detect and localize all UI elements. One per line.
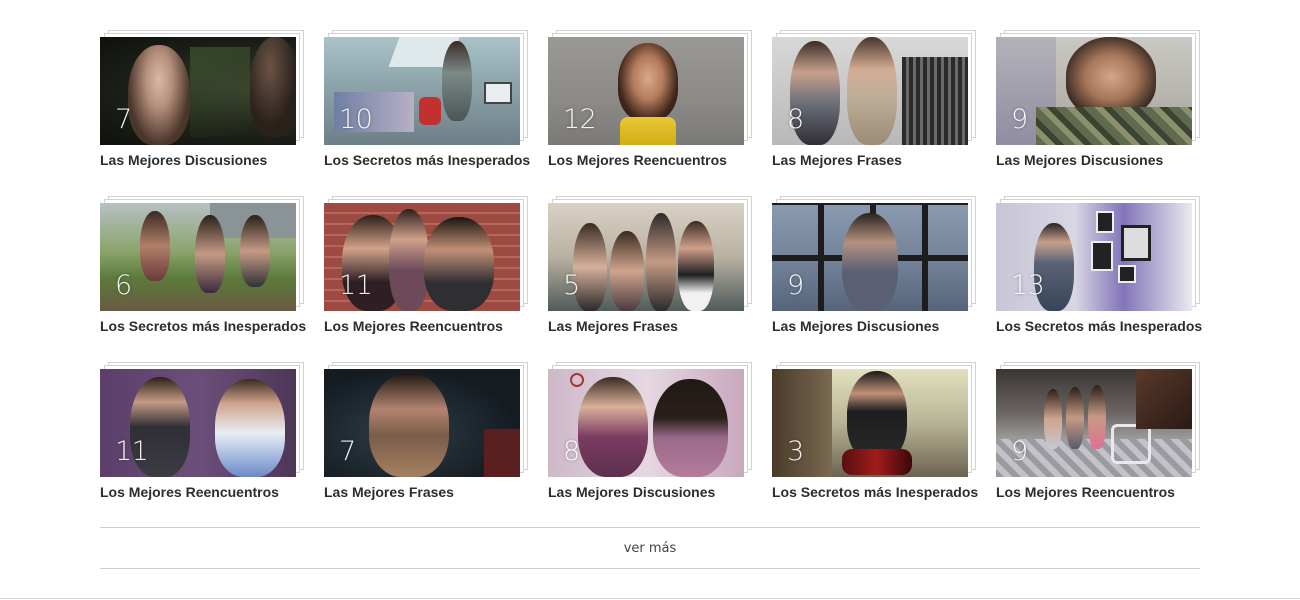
clip-count: 11	[339, 270, 373, 301]
card-title[interactable]: Los Mejores Reencuentros	[100, 484, 320, 500]
clip-count: 5	[563, 270, 580, 301]
video-thumbnail[interactable]: 11	[324, 203, 520, 311]
video-card[interactable]: 11 Los Mejores Reencuentros	[100, 362, 304, 528]
video-thumbnail[interactable]: 6	[100, 203, 296, 311]
video-thumbnail[interactable]: 9	[996, 369, 1192, 477]
clip-count: 9	[1011, 104, 1028, 135]
video-thumbnail[interactable]: 11	[100, 369, 296, 477]
card-title[interactable]: Los Mejores Reencuentros	[548, 152, 768, 168]
video-thumbnail[interactable]: 8	[548, 369, 744, 477]
page-divider	[0, 598, 1300, 599]
video-card[interactable]: 6 Los Secretos más Inesperados	[100, 196, 306, 362]
video-card[interactable]: 12 Los Mejores Reencuentros	[548, 30, 752, 196]
video-card[interactable]: 3 Los Secretos más Inesperados	[772, 362, 978, 528]
card-title[interactable]: Los Secretos más Inesperados	[772, 484, 992, 500]
clip-count: 9	[1011, 436, 1028, 467]
card-title[interactable]: Las Mejores Discusiones	[996, 152, 1216, 168]
clip-count: 8	[787, 104, 804, 135]
video-thumbnail[interactable]: 9	[996, 37, 1192, 145]
clip-count: 7	[339, 436, 356, 467]
video-card[interactable]: 7 Las Mejores Discusiones	[100, 30, 304, 196]
load-more-button[interactable]: ver más	[624, 541, 677, 556]
video-grid: 7 Las Mejores Discusiones 10 Los Secreto…	[100, 30, 1202, 528]
card-title[interactable]: Los Secretos más Inesperados	[324, 152, 544, 168]
video-card[interactable]: 11 Los Mejores Reencuentros	[324, 196, 528, 362]
video-thumbnail[interactable]: 10	[324, 37, 520, 145]
video-card[interactable]: 7 Las Mejores Frases	[324, 362, 528, 528]
video-thumbnail[interactable]: 12	[548, 37, 744, 145]
clip-count: 8	[563, 436, 580, 467]
card-title[interactable]: Los Secretos más Inesperados	[996, 318, 1216, 334]
video-card[interactable]: 13 Los Secretos más Inesperados	[996, 196, 1202, 362]
video-thumbnail[interactable]: 5	[548, 203, 744, 311]
video-thumbnail[interactable]: 8	[772, 37, 968, 145]
video-thumbnail[interactable]: 3	[772, 369, 968, 477]
card-title[interactable]: Los Secretos más Inesperados	[100, 318, 320, 334]
video-card[interactable]: 9 Los Mejores Reencuentros	[996, 362, 1200, 528]
load-more-bar: ver más	[100, 527, 1200, 569]
clip-count: 9	[787, 270, 804, 301]
video-thumbnail[interactable]: 13	[996, 203, 1192, 311]
card-title[interactable]: Las Mejores Discusiones	[548, 484, 768, 500]
video-thumbnail[interactable]: 9	[772, 203, 968, 311]
video-thumbnail[interactable]: 7	[100, 37, 296, 145]
video-card[interactable]: 5 Las Mejores Frases	[548, 196, 752, 362]
card-title[interactable]: Las Mejores Discusiones	[100, 152, 320, 168]
clip-count: 6	[115, 270, 132, 301]
video-thumbnail[interactable]: 7	[324, 369, 520, 477]
clip-count: 11	[115, 436, 149, 467]
card-title[interactable]: Los Mejores Reencuentros	[996, 484, 1216, 500]
card-title[interactable]: Las Mejores Frases	[772, 152, 992, 168]
card-title[interactable]: Las Mejores Frases	[548, 318, 768, 334]
clip-count: 13	[1011, 270, 1045, 301]
video-card[interactable]: 9 Las Mejores Discusiones	[772, 196, 976, 362]
video-card[interactable]: 8 Las Mejores Frases	[772, 30, 976, 196]
video-card[interactable]: 9 Las Mejores Discusiones	[996, 30, 1200, 196]
clip-count: 12	[563, 104, 597, 135]
video-card[interactable]: 10 Los Secretos más Inesperados	[324, 30, 530, 196]
card-title[interactable]: Las Mejores Frases	[324, 484, 544, 500]
video-card[interactable]: 8 Las Mejores Discusiones	[548, 362, 752, 528]
clip-count: 10	[339, 104, 373, 135]
clip-count: 3	[787, 436, 804, 467]
card-title[interactable]: Las Mejores Discusiones	[772, 318, 992, 334]
card-title[interactable]: Los Mejores Reencuentros	[324, 318, 544, 334]
clip-count: 7	[115, 104, 132, 135]
